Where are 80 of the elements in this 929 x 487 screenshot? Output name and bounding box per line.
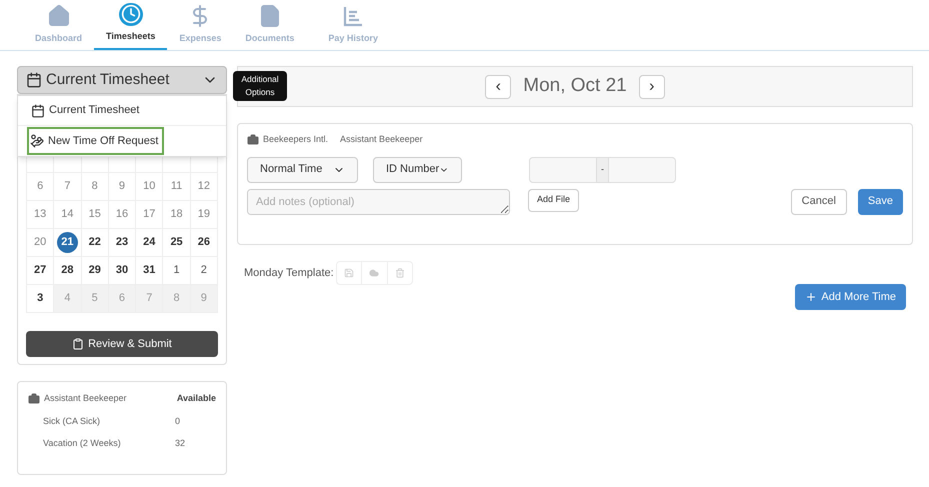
calendar-day[interactable]: 26 xyxy=(190,229,218,257)
calendar-day[interactable]: 7 xyxy=(54,173,82,201)
nav-tab[interactable]: Expenses xyxy=(167,0,234,50)
cloud-icon xyxy=(369,268,380,278)
nav-tab[interactable]: Pay History xyxy=(316,0,390,50)
leave-balance: 32 xyxy=(175,437,186,450)
calendar-day[interactable]: 8 xyxy=(163,285,191,313)
nav-tab[interactable]: Documents xyxy=(233,0,306,50)
id-number-select[interactable]: ID Number xyxy=(373,156,462,182)
calendar-day[interactable]: 30 xyxy=(108,257,136,285)
calendar-day[interactable]: 12 xyxy=(190,173,218,201)
calendar-day[interactable]: 5 xyxy=(82,285,109,313)
calendar-day[interactable]: 1 xyxy=(163,257,191,285)
job-title: Assistant Beekeeper xyxy=(44,392,127,405)
calendar-day[interactable]: 29 xyxy=(82,257,109,285)
calendar-day[interactable]: 10 xyxy=(136,173,164,201)
clock-icon xyxy=(118,3,143,26)
calendar-day[interactable]: 31 xyxy=(136,257,164,285)
briefcase-icon xyxy=(28,392,40,405)
calendar-day[interactable]: 18 xyxy=(163,201,191,229)
calendar-day[interactable]: 4 xyxy=(54,285,82,313)
calendar-day[interactable]: 6 xyxy=(108,285,136,313)
calendar-day[interactable]: 19 xyxy=(190,201,218,229)
calendar-day[interactable]: 9 xyxy=(108,173,136,201)
calendar-day[interactable]: 11 xyxy=(163,173,191,201)
calendar-day[interactable]: 15 xyxy=(82,201,109,229)
trash-icon xyxy=(394,268,405,278)
start-time-field[interactable] xyxy=(529,156,597,182)
calendar-day[interactable]: 16 xyxy=(108,201,136,229)
menu-item[interactable]: Current Timesheet xyxy=(30,96,140,124)
add-more-time-button[interactable]: Add More Time xyxy=(795,284,906,310)
timesheet-select[interactable]: Current Timesheet xyxy=(17,66,227,94)
add-file-button[interactable]: Add File xyxy=(528,188,580,212)
calendar-day[interactable]: 22 xyxy=(82,229,109,257)
hand-coin-icon xyxy=(30,134,44,148)
calendar-day[interactable]: 24 xyxy=(136,229,164,257)
calendar-day[interactable]: 8 xyxy=(82,173,109,201)
save-icon xyxy=(344,268,354,278)
company-name: Beekeepers Intl. xyxy=(263,133,328,146)
template-label: Monday Template: xyxy=(244,266,334,281)
calendar-day[interactable]: 17 xyxy=(136,201,164,229)
clipboard-icon xyxy=(72,338,84,350)
next-day-button[interactable]: › xyxy=(638,74,665,98)
column-heading: Available xyxy=(176,392,216,405)
calendar-day[interactable]: 28 xyxy=(54,257,82,285)
calendar-day[interactable]: 3 xyxy=(27,285,54,313)
previous-day-button[interactable]: ‹ xyxy=(485,74,512,98)
range-separator: - xyxy=(597,156,608,182)
home-icon xyxy=(46,4,70,28)
time-type-select[interactable]: Normal Time xyxy=(247,156,358,182)
calendar-day[interactable]: 23 xyxy=(108,229,136,257)
leave-type: Vacation (2 Weeks) xyxy=(43,437,122,450)
leave-type: Sick (CA Sick) xyxy=(43,414,102,428)
review-submit-button[interactable]: Review & Submit xyxy=(26,331,218,357)
menu-item[interactable]: New Time Off Request xyxy=(27,127,164,155)
save-button[interactable]: Save xyxy=(858,188,903,214)
calendar-day[interactable]: 27 xyxy=(27,257,54,285)
calendar-icon xyxy=(31,104,45,118)
calendar-day[interactable]: 9 xyxy=(190,285,218,313)
calendar-day[interactable]: 20 xyxy=(27,229,54,257)
briefcase-icon xyxy=(247,134,259,146)
cancel-button[interactable]: Cancel xyxy=(790,188,847,214)
plus-icon xyxy=(805,291,818,303)
calendar-day[interactable]: 13 xyxy=(27,201,54,229)
load-template-button[interactable] xyxy=(360,262,388,284)
calendar-day[interactable]: 14 xyxy=(54,201,82,229)
calendar-day[interactable]: 21 xyxy=(54,229,82,257)
nav-tab[interactable]: Timesheets xyxy=(94,0,168,50)
nav-tab[interactable]: Dashboard xyxy=(23,0,94,50)
end-time-field[interactable] xyxy=(608,156,676,182)
leave-balance: 0 xyxy=(175,414,180,428)
notes-field[interactable]: Add notes (optional) xyxy=(247,188,510,214)
tooltip: Additional Options xyxy=(233,71,287,101)
calendar-day[interactable]: 6 xyxy=(27,173,54,201)
calendar-day[interactable]: 7 xyxy=(136,285,164,313)
calendar-icon xyxy=(26,72,42,88)
position-name: Assistant Beekeeper xyxy=(340,133,423,146)
calendar-day[interactable]: 25 xyxy=(163,229,191,257)
calendar-day[interactable]: 2 xyxy=(190,257,218,285)
current-date: Mon, Oct 21 xyxy=(523,74,627,98)
